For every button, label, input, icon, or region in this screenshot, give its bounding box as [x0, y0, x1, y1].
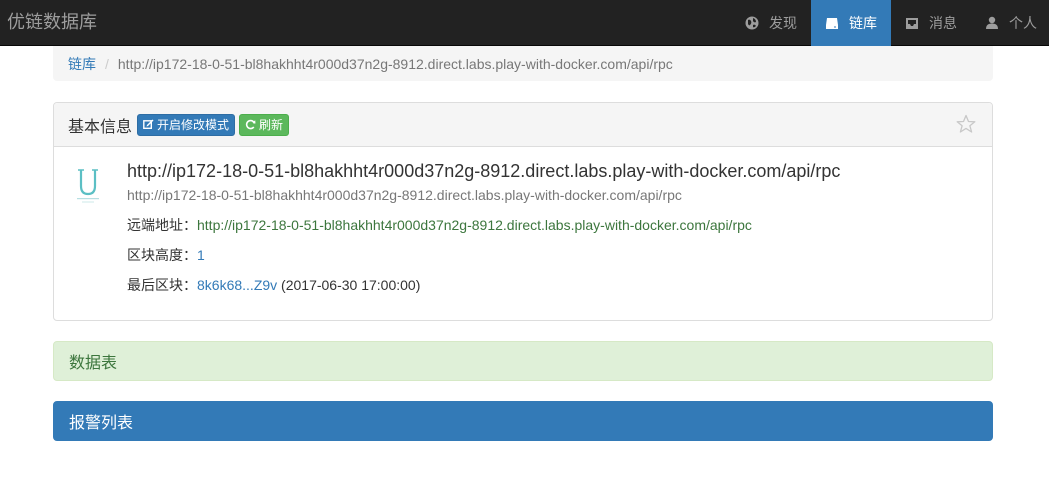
chain-url: http://ip172-18-0-51-bl8hakhht4r000d37n2… — [127, 187, 682, 203]
nav-label: 链库 — [849, 15, 877, 31]
remote-address-value: http://ip172-18-0-51-bl8hakhht4r000d37n2… — [197, 217, 752, 233]
chain-info: http://ip172-18-0-51-bl8hakhht4r000d37n2… — [127, 160, 840, 294]
last-block-hash-link[interactable]: 8k6k68...Z9v — [197, 277, 277, 293]
star-icon[interactable] — [956, 114, 976, 134]
panel-title: 基本信息 — [68, 118, 133, 136]
last-block-row: 最后区块：8k6k68...Z9v (2017-06-30 17:00:00) — [127, 276, 840, 294]
brand-title[interactable]: 优链数据库 — [7, 0, 97, 46]
panel-heading: 基本信息 开启修改模式 刷新 — [54, 103, 992, 147]
globe-icon — [745, 16, 759, 30]
basic-info-panel: 基本信息 开启修改模式 刷新 http://ip172-18-0-51-bl8h… — [53, 102, 993, 321]
edit-mode-button[interactable]: 开启修改模式 — [137, 113, 236, 136]
alerts-panel-header[interactable]: 报警列表 — [53, 401, 993, 441]
nav-item-chains[interactable]: 链库 — [811, 0, 891, 46]
block-height-row: 区块高度：1 — [127, 246, 840, 264]
tables-panel-header[interactable]: 数据表 — [53, 341, 993, 381]
last-block-time: (2017-06-30 17:00:00) — [277, 277, 421, 293]
block-height-label: 区块高度： — [127, 247, 197, 263]
nav-label: 发现 — [769, 15, 797, 31]
inbox-icon — [906, 18, 918, 29]
refresh-icon — [245, 119, 256, 130]
breadcrumb-current: http://ip172-18-0-51-bl8hakhht4r000d37n2… — [117, 55, 673, 72]
panel-body: http://ip172-18-0-51-bl8hakhht4r000d37n2… — [54, 147, 992, 321]
block-height-value[interactable]: 1 — [197, 247, 205, 263]
nav-label: 个人 — [1009, 15, 1037, 31]
nav-item-messages[interactable]: 消息 — [891, 0, 971, 46]
breadcrumb-separator: / — [105, 55, 109, 72]
chain-name: http://ip172-18-0-51-bl8hakhht4r000d37n2… — [127, 161, 841, 181]
remote-address-row: 远端地址：http://ip172-18-0-51-bl8hakhht4r000… — [127, 216, 840, 234]
breadcrumb: 链库 / http://ip172-18-0-51-bl8hakhht4r000… — [53, 46, 993, 81]
refresh-label: 刷新 — [259, 118, 284, 132]
edit-mode-label: 开启修改模式 — [157, 118, 230, 132]
navbar: 优链数据库 发现 链库 消息 个人 — [0, 0, 1049, 46]
hdd-icon — [826, 18, 838, 29]
edit-icon — [143, 119, 154, 129]
chain-logo-icon — [77, 169, 99, 203]
breadcrumb-home-link[interactable]: 链库 — [68, 54, 96, 74]
nav-menu: 发现 链库 消息 个人 — [717, 0, 1049, 46]
nav-label: 消息 — [929, 15, 957, 31]
last-block-label: 最后区块： — [127, 277, 197, 293]
remote-address-label: 远端地址： — [127, 217, 197, 233]
user-icon — [986, 16, 998, 29]
nav-item-discover[interactable]: 发现 — [717, 0, 811, 46]
refresh-button[interactable]: 刷新 — [239, 113, 290, 136]
nav-item-profile[interactable]: 个人 — [971, 0, 1049, 46]
